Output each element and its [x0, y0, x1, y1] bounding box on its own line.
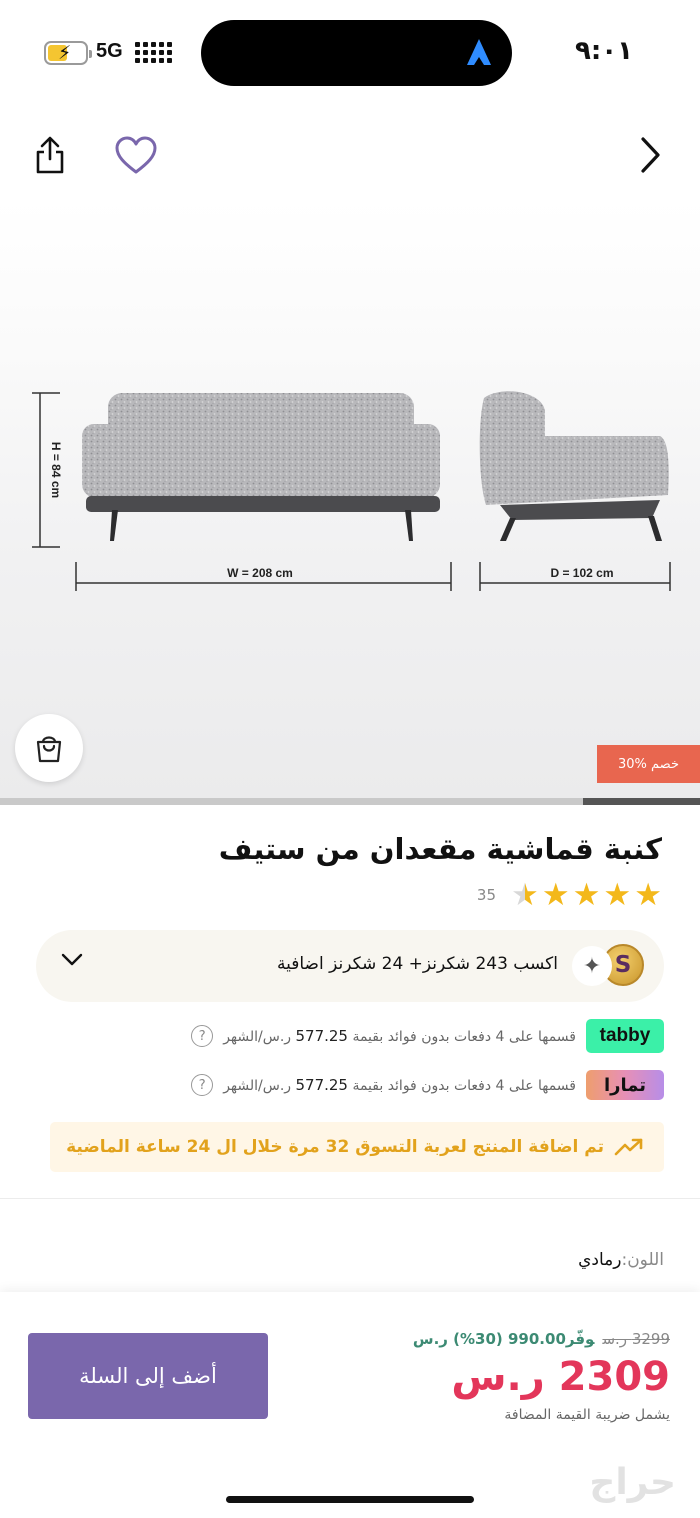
chevron-right-icon: [641, 137, 660, 173]
color-option[interactable]: اللون:رمادي: [578, 1250, 664, 1270]
heart-icon: [115, 136, 157, 174]
watermark-logo: حراج: [589, 1462, 676, 1503]
help-icon[interactable]: ?: [191, 1025, 214, 1047]
back-button[interactable]: [625, 130, 675, 180]
help-icon[interactable]: ?: [191, 1074, 214, 1096]
favorite-button[interactable]: [111, 130, 161, 180]
status-bar: ⚡ 5G ٩:٠١: [0, 0, 700, 105]
product-title: كنبة قماشية مقعدان من ستيف: [218, 832, 662, 866]
network-type: 5G: [96, 40, 123, 62]
battery-icon: ⚡: [44, 41, 92, 65]
rating[interactable]: ★ ★ ★ ★ ★ 35: [477, 878, 662, 912]
loyalty-points-bar[interactable]: S ✦ اكسب 243 شكرنز+ 24 شكرنز اضافية: [36, 930, 664, 1002]
discount-badge: 30% خصم: [597, 745, 700, 783]
star-icon: ★: [634, 877, 662, 913]
tabby-logo: tabby: [586, 1019, 664, 1053]
dynamic-island: [201, 20, 512, 86]
color-value: رمادي: [578, 1250, 622, 1270]
star-icon: ★: [572, 877, 601, 913]
trending-up-icon: [614, 1138, 643, 1156]
shopping-bag-icon: [36, 736, 62, 763]
star-icon: ★: [541, 877, 570, 913]
installment-text: قسمها على 4 دفعات بدون فوائد بقيمة 577.2…: [223, 1076, 576, 1094]
half-star-icon: ★: [511, 877, 539, 913]
sparkle-icon: ✦: [572, 946, 612, 986]
expand-points-button[interactable]: [60, 952, 84, 972]
image-carousel-indicator: [0, 798, 700, 805]
product-image[interactable]: H = 84 cm W = 208 cm D = 102 cm: [0, 200, 700, 798]
rating-count: 35: [476, 886, 497, 904]
installment-tamara[interactable]: تمارا قسمها على 4 دفعات بدون فوائد بقيمة…: [191, 1068, 664, 1102]
quick-cart-button[interactable]: [15, 714, 83, 782]
divider: [0, 1198, 700, 1199]
bottom-purchase-bar: أضف إلى السلة 3299 ر.س وفّر990.00 (30%) ر…: [0, 1292, 700, 1518]
signal-icon: [135, 42, 172, 63]
vat-note: يشمل ضريبة القيمة المضافة: [504, 1407, 670, 1423]
installment-tabby[interactable]: tabby قسمها على 4 دفعات بدون فوائد بقيمة…: [191, 1019, 664, 1053]
color-label: اللون:: [621, 1250, 664, 1270]
sofa-illustration: H = 84 cm W = 208 cm D = 102 cm: [32, 391, 671, 591]
hot-product-banner: تم اضافة المنتج لعربة التسوق 32 مرة خلال…: [50, 1122, 664, 1172]
hot-banner-text: تم اضافة المنتج لعربة التسوق 32 مرة خلال…: [66, 1137, 604, 1157]
location-arrow-icon: [467, 39, 491, 65]
chevron-down-icon: [61, 953, 83, 966]
installment-amount: 577.25: [295, 1076, 348, 1094]
dimension-depth-label: D = 102 cm: [550, 566, 613, 580]
home-indicator[interactable]: [226, 1496, 474, 1503]
current-price: 2309 ر.س: [451, 1354, 670, 1400]
installment-text: قسمها على 4 دفعات بدون فوائد بقيمة 577.2…: [223, 1027, 576, 1045]
dimension-height-label: H = 84 cm: [49, 442, 63, 498]
tamara-logo: تمارا: [586, 1070, 664, 1100]
star-icon: ★: [603, 877, 632, 913]
saving-amount: وفّر990.00 (30%) ر.س: [412, 1330, 595, 1348]
price-savings-line: 3299 ر.س وفّر990.00 (30%) ر.س: [413, 1330, 670, 1348]
dimension-width-label: W = 208 cm: [227, 566, 293, 580]
points-text: اكسب 243 شكرنز+ 24 شكرنز اضافية: [276, 954, 558, 974]
share-icon: [36, 136, 64, 174]
old-price: 3299 ر.س: [602, 1330, 670, 1348]
add-to-cart-button[interactable]: أضف إلى السلة: [28, 1333, 268, 1419]
share-button[interactable]: [25, 130, 75, 180]
installment-amount: 577.25: [295, 1027, 348, 1045]
status-time: ٩:٠١: [575, 36, 634, 66]
